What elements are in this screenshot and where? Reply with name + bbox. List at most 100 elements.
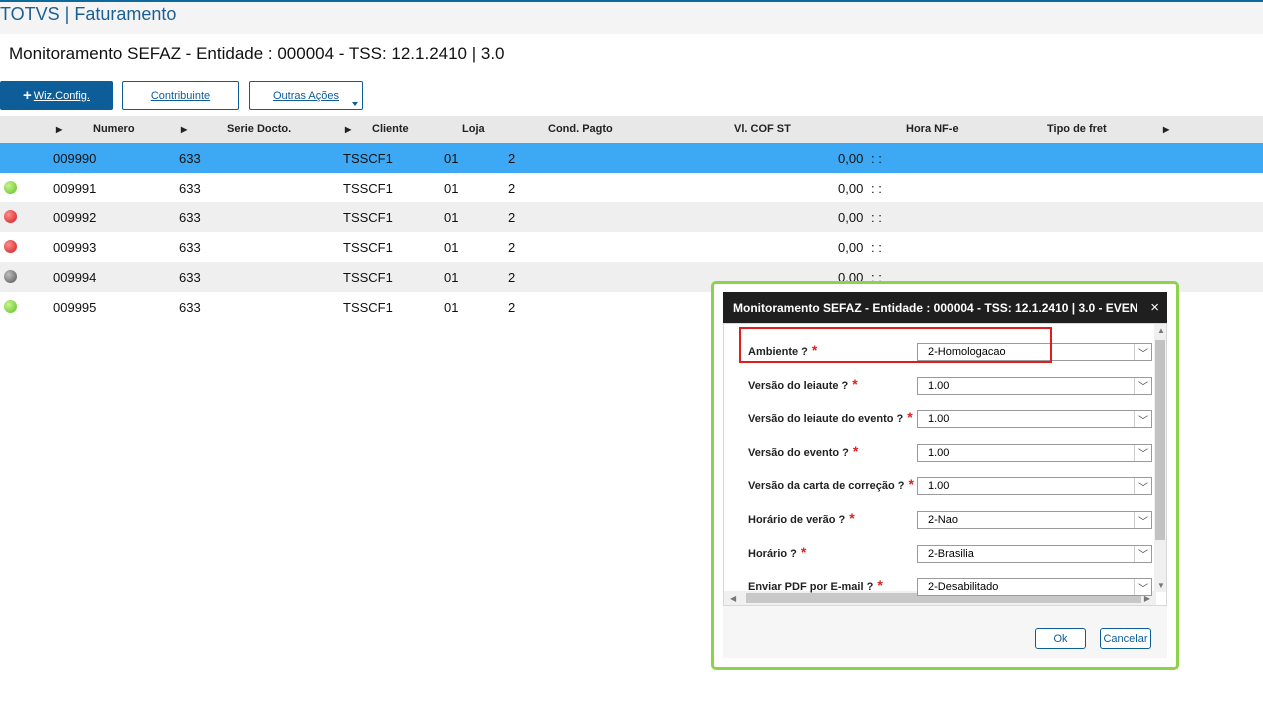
select-value: 2-Desabilitado (928, 581, 999, 594)
cell-loja: 01 (444, 269, 459, 285)
parameter-select[interactable]: 2-Brasilia ﹀ (917, 544, 1152, 563)
scroll-down-icon[interactable]: ▼ (1157, 581, 1165, 590)
cell-hora-nfe: : : (871, 240, 882, 256)
col-cliente[interactable]: Cliente (372, 123, 409, 135)
required-mark: * (849, 510, 855, 526)
app-title: TOTVS | Faturamento (0, 4, 177, 24)
table-row[interactable]: 009993 633 TSSCF1 01 2 0,00: : (0, 232, 1263, 262)
table-row[interactable]: 009991 633 TSSCF1 01 2 0,00: : (0, 173, 1263, 203)
contribuinte-label: Contribuinte (150, 89, 211, 102)
chevron-down-icon[interactable]: ﹀ (1134, 444, 1151, 461)
cell-numero: 009993 (53, 240, 97, 256)
outras-acoes-label: Outras Ações (272, 89, 340, 102)
chevron-down-icon[interactable]: ﹀ (1134, 377, 1151, 394)
cell-numero: 009995 (53, 299, 97, 315)
sort-arrow-icon[interactable]: ▶ (345, 125, 351, 134)
sort-arrow-icon[interactable]: ▶ (56, 125, 62, 134)
question-text: Versão da carta de correção ? (748, 480, 905, 493)
cell-cliente: TSSCF1 (343, 151, 393, 166)
required-mark: * (877, 577, 883, 594)
cell-loja: 01 (444, 151, 459, 166)
question-label: Horário ? * (748, 544, 806, 560)
parameter-select[interactable]: 1.00 ﹀ (917, 376, 1152, 395)
chevron-down-icon[interactable]: ﹀ (1134, 545, 1151, 562)
parameter-select[interactable]: 1.00 ﹀ (917, 477, 1152, 496)
col-serie[interactable]: Serie Docto. (227, 123, 291, 135)
cell-serie: 633 (179, 180, 201, 196)
chevron-down-icon[interactable]: ﹀ (1134, 579, 1151, 596)
chevron-down-icon[interactable]: ﹀ (1134, 512, 1151, 528)
cancel-button[interactable]: Cancelar (1100, 628, 1151, 649)
cell-serie: 633 (179, 210, 201, 226)
required-mark: * (852, 375, 858, 392)
question-label: Versão do leiaute do evento ? * (748, 409, 913, 425)
question-label: Versão da carta de correção ? * (748, 476, 914, 492)
cell-cliente: TSSCF1 (343, 180, 393, 196)
cell-numero: 009991 (53, 180, 97, 196)
wiz-config-button[interactable]: + Wiz.Config. (0, 81, 113, 110)
cell-cond-pagto: 2 (508, 210, 516, 226)
chevron-down-icon[interactable]: ﹀ (1134, 411, 1151, 428)
chevron-down-icon[interactable]: ﹀ (1134, 478, 1151, 495)
table-row[interactable]: 009992 633 TSSCF1 01 2 0,00: : (0, 202, 1263, 233)
cell-cond-pagto: 2 (508, 180, 516, 196)
cell-cond-pagto: 2 (508, 151, 516, 166)
col-tipo-frete[interactable]: Tipo de fret (1047, 123, 1107, 135)
cell-cliente: TSSCF1 (343, 269, 393, 285)
grid-header: ▶ Numero ▶ Serie Docto. ▶ Cliente Loja C… (0, 116, 1263, 143)
chevron-down-icon[interactable]: ﹀ (1134, 344, 1151, 360)
col-vl-cof-st[interactable]: Vl. COF ST (734, 123, 791, 135)
cell-cond-pagto: 2 (508, 299, 516, 315)
question-label: Horário de verão ? * (748, 510, 855, 526)
dialog-footer: Ok Cancelar (723, 606, 1167, 658)
cell-hora-nfe: : : (871, 210, 882, 226)
status-red-icon (4, 210, 17, 224)
dialog-title: Monitoramento SEFAZ - Entidade : 000004 … (733, 301, 1137, 315)
question-text: Horário ? (748, 547, 797, 560)
close-icon[interactable]: × (1150, 299, 1159, 316)
dialog-header: Monitoramento SEFAZ - Entidade : 000004 … (723, 292, 1167, 323)
select-value: 1.00 (928, 480, 950, 493)
cell-cliente: TSSCF1 (343, 240, 393, 256)
cell-loja: 01 (444, 299, 459, 315)
contribuinte-button[interactable]: Contribuinte (122, 81, 239, 110)
outras-acoes-button[interactable]: Outras Ações (249, 81, 363, 110)
col-cond-pagto[interactable]: Cond. Pagto (548, 123, 613, 135)
required-mark: * (907, 409, 913, 426)
scrollbar-thumb[interactable] (1155, 340, 1165, 540)
select-value: 2-Nao (928, 514, 958, 526)
cell-cond-pagto: 2 (508, 269, 516, 285)
cell-hora-nfe: : : (871, 151, 882, 166)
table-row[interactable]: 009990 633 TSSCF1 01 2 0,00 : : (0, 143, 1263, 173)
vertical-scrollbar[interactable]: ▲ ▼ (1154, 324, 1166, 592)
cell-numero: 009992 (53, 210, 97, 226)
cell-loja: 01 (444, 180, 459, 196)
page-title: Monitoramento SEFAZ - Entidade : 000004 … (9, 44, 505, 63)
parameter-select[interactable]: 1.00 ﹀ (917, 410, 1152, 429)
question-text: Versão do leiaute do evento ? (748, 413, 904, 426)
status-green-icon (4, 299, 17, 313)
cell-serie: 633 (179, 151, 201, 166)
parameter-select[interactable]: 2-Desabilitado ﹀ (917, 578, 1152, 597)
col-numero[interactable]: Numero (93, 123, 135, 135)
cell-loja: 01 (444, 210, 459, 226)
scroll-right-icon[interactable]: ▶ (1163, 125, 1169, 134)
scroll-left-icon[interactable]: ◀ (730, 594, 736, 603)
cell-hora-nfe: : : (871, 180, 882, 196)
col-loja[interactable]: Loja (462, 123, 485, 135)
parameter-select[interactable]: 2-Nao ﹀ (917, 511, 1152, 529)
sort-arrow-icon[interactable]: ▶ (181, 125, 187, 134)
highlight-annotation (739, 327, 1052, 363)
cell-vl-cof-st: 0,00 (838, 151, 864, 166)
parameter-select[interactable]: 1.00 ﹀ (917, 443, 1152, 462)
scroll-up-icon[interactable]: ▲ (1157, 326, 1165, 335)
ok-button[interactable]: Ok (1035, 628, 1086, 649)
cell-vl-cof-st: 0,00 (838, 240, 864, 256)
col-hora-nfe[interactable]: Hora NF-e (906, 123, 959, 135)
cell-cliente: TSSCF1 (343, 299, 393, 315)
select-value: 1.00 (928, 446, 950, 459)
cell-cond-pagto: 2 (508, 240, 516, 256)
top-accent-line (0, 0, 1263, 2)
cell-numero: 009990 (53, 151, 97, 166)
question-text: Horário de verão ? (748, 514, 846, 526)
